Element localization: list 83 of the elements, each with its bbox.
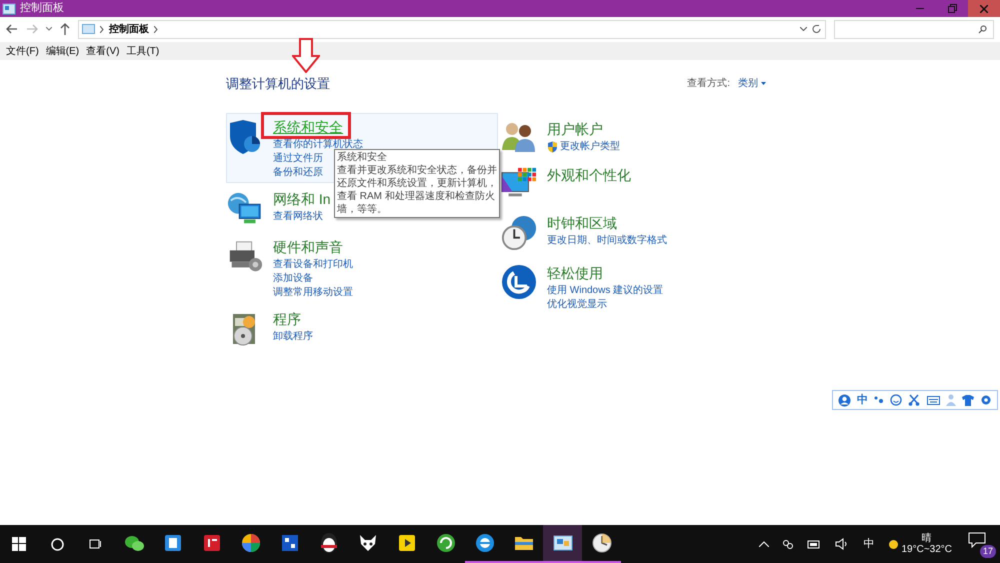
category-title[interactable]: 外观和个性化 (547, 164, 631, 186)
minimize-icon (916, 8, 924, 10)
category-title[interactable]: 网络和 In (273, 188, 331, 210)
menu-item[interactable]: 查看(V) (86, 44, 120, 58)
tray-icon[interactable] (783, 538, 794, 550)
scissors-icon[interactable] (908, 394, 920, 406)
shirt-icon[interactable] (962, 394, 974, 406)
category-link[interactable]: 更改日期、时间或数字格式 (547, 234, 667, 248)
category-title[interactable]: 用户帐户 (547, 118, 620, 140)
notification-badge: 17 (980, 545, 996, 558)
punctuation-icon[interactable] (874, 395, 884, 405)
clock-icon (501, 214, 537, 252)
annotation-arrow (292, 38, 320, 73)
window-title: 控制面板 (20, 1, 64, 16)
category-link[interactable]: 调整常用移动设置 (273, 286, 353, 300)
refresh-icon[interactable] (812, 24, 822, 34)
chevron-icon (154, 26, 158, 32)
view-by-dropdown[interactable]: 类别 (738, 76, 766, 92)
category-panel[interactable]: 时钟和区域 更改日期、时间或数字格式 (500, 208, 772, 254)
category-panel[interactable]: 硬件和声音 查看设备和打印机 添加设备 调整常用移动设置 (226, 232, 498, 302)
search-circle-icon[interactable] (50, 538, 64, 550)
category-link[interactable]: 通过文件历 (273, 152, 323, 166)
settings-icon[interactable] (980, 394, 992, 406)
keyboard-icon[interactable] (926, 396, 940, 404)
menu-item[interactable]: 文件(F) (6, 44, 39, 58)
shield-icon (227, 118, 263, 156)
temperature: 19°C~32°C (901, 544, 952, 555)
menu-item[interactable]: 编辑(E) (46, 44, 80, 58)
category-panel[interactable]: 用户帐户 更改帐户类型 (500, 114, 772, 156)
control-panel-icon (2, 2, 16, 14)
address-field[interactable]: 控制面板 (78, 20, 826, 38)
category-panel[interactable]: 程序 卸载程序 (226, 304, 498, 350)
page-heading: 调整计算机的设置 (226, 75, 330, 93)
user-icon[interactable] (838, 394, 852, 406)
refresh-icon (434, 532, 456, 554)
category-link[interactable]: 使用 Windows 建议的设置 (547, 284, 664, 298)
ime-indicator[interactable]: 中 (863, 536, 874, 552)
category-title[interactable]: 时钟和区域 (547, 212, 667, 234)
browser-icon (474, 532, 496, 554)
category-link[interactable]: 备份和还原 (273, 166, 323, 180)
view-by-label: 查看方式: (687, 76, 730, 92)
tooltip-title: 系统和安全 (337, 151, 388, 164)
category-link[interactable]: 查看网络状 (273, 210, 323, 224)
restore-icon (948, 4, 956, 13)
taskbar-app[interactable] (543, 525, 582, 563)
up-arrow-icon[interactable] (60, 23, 70, 35)
smiley-icon[interactable] (890, 394, 902, 406)
category-link[interactable]: 查看设备和打印机 (273, 258, 353, 272)
search-field[interactable] (834, 20, 994, 38)
dropdown-icon[interactable] (800, 27, 807, 31)
control-panel-icon (82, 24, 95, 34)
app-icon (240, 532, 262, 554)
category-link[interactable]: 查看你的计算机状态 (273, 138, 363, 152)
category-title[interactable]: 硬件和声音 (273, 236, 353, 258)
caret-icon[interactable] (46, 27, 52, 31)
breadcrumb[interactable]: 控制面板 (109, 22, 149, 36)
close-button[interactable] (968, 0, 1000, 17)
category-link[interactable]: 卸载程序 (273, 330, 313, 344)
speaker-icon[interactable] (835, 538, 850, 550)
category-link[interactable]: 添加设备 (273, 272, 313, 286)
shield-icon (547, 140, 558, 152)
close-icon (980, 4, 988, 12)
caret-icon (761, 82, 766, 86)
battery-icon[interactable] (807, 539, 822, 549)
menu-item[interactable]: 工具(T) (126, 44, 160, 58)
windows-logo-icon[interactable] (12, 537, 26, 551)
chevron-up-icon[interactable] (759, 541, 770, 547)
category-link[interactable]: 优化视觉显示 (547, 298, 607, 312)
task-view-icon[interactable] (88, 538, 102, 550)
clock-icon (590, 532, 612, 554)
category-panel[interactable]: 外观和个性化 (500, 160, 772, 204)
accessibility-icon (501, 264, 537, 300)
category-title[interactable]: 轻松使用 (547, 262, 664, 284)
category-link[interactable]: 更改帐户类型 (560, 140, 620, 154)
search-icon (978, 24, 987, 34)
notification-icon[interactable] (968, 532, 986, 548)
input-mode-toggle[interactable]: 中 (857, 392, 868, 408)
category-title[interactable]: 程序 (273, 308, 313, 330)
chevron-icon (100, 26, 104, 32)
sun-icon (888, 538, 900, 550)
weather-condition: 晴 (922, 533, 932, 544)
back-arrow-icon[interactable] (6, 24, 18, 34)
category-panel[interactable]: 轻松使用 使用 Windows 建议的设置 优化视觉显示 (500, 258, 772, 314)
